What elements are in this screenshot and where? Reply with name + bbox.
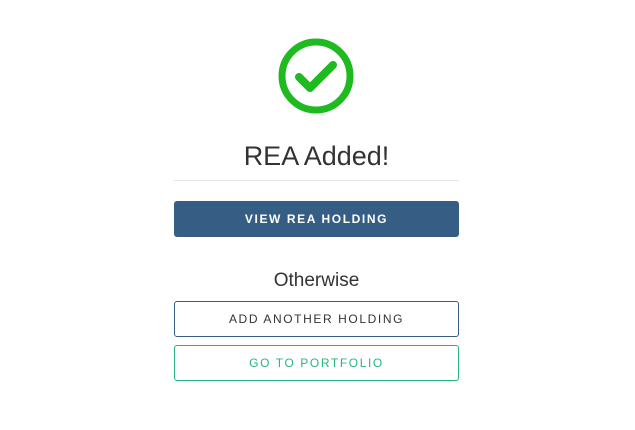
add-another-holding-button[interactable]: ADD ANOTHER HOLDING bbox=[174, 301, 459, 337]
check-circle-icon bbox=[278, 38, 354, 114]
go-to-portfolio-button[interactable]: GO TO PORTFOLIO bbox=[174, 345, 459, 381]
page-title: REA Added! bbox=[243, 141, 390, 171]
otherwise-label: Otherwise bbox=[273, 270, 360, 291]
view-holding-button[interactable]: VIEW REA HOLDING bbox=[174, 201, 459, 237]
divider bbox=[174, 180, 459, 181]
